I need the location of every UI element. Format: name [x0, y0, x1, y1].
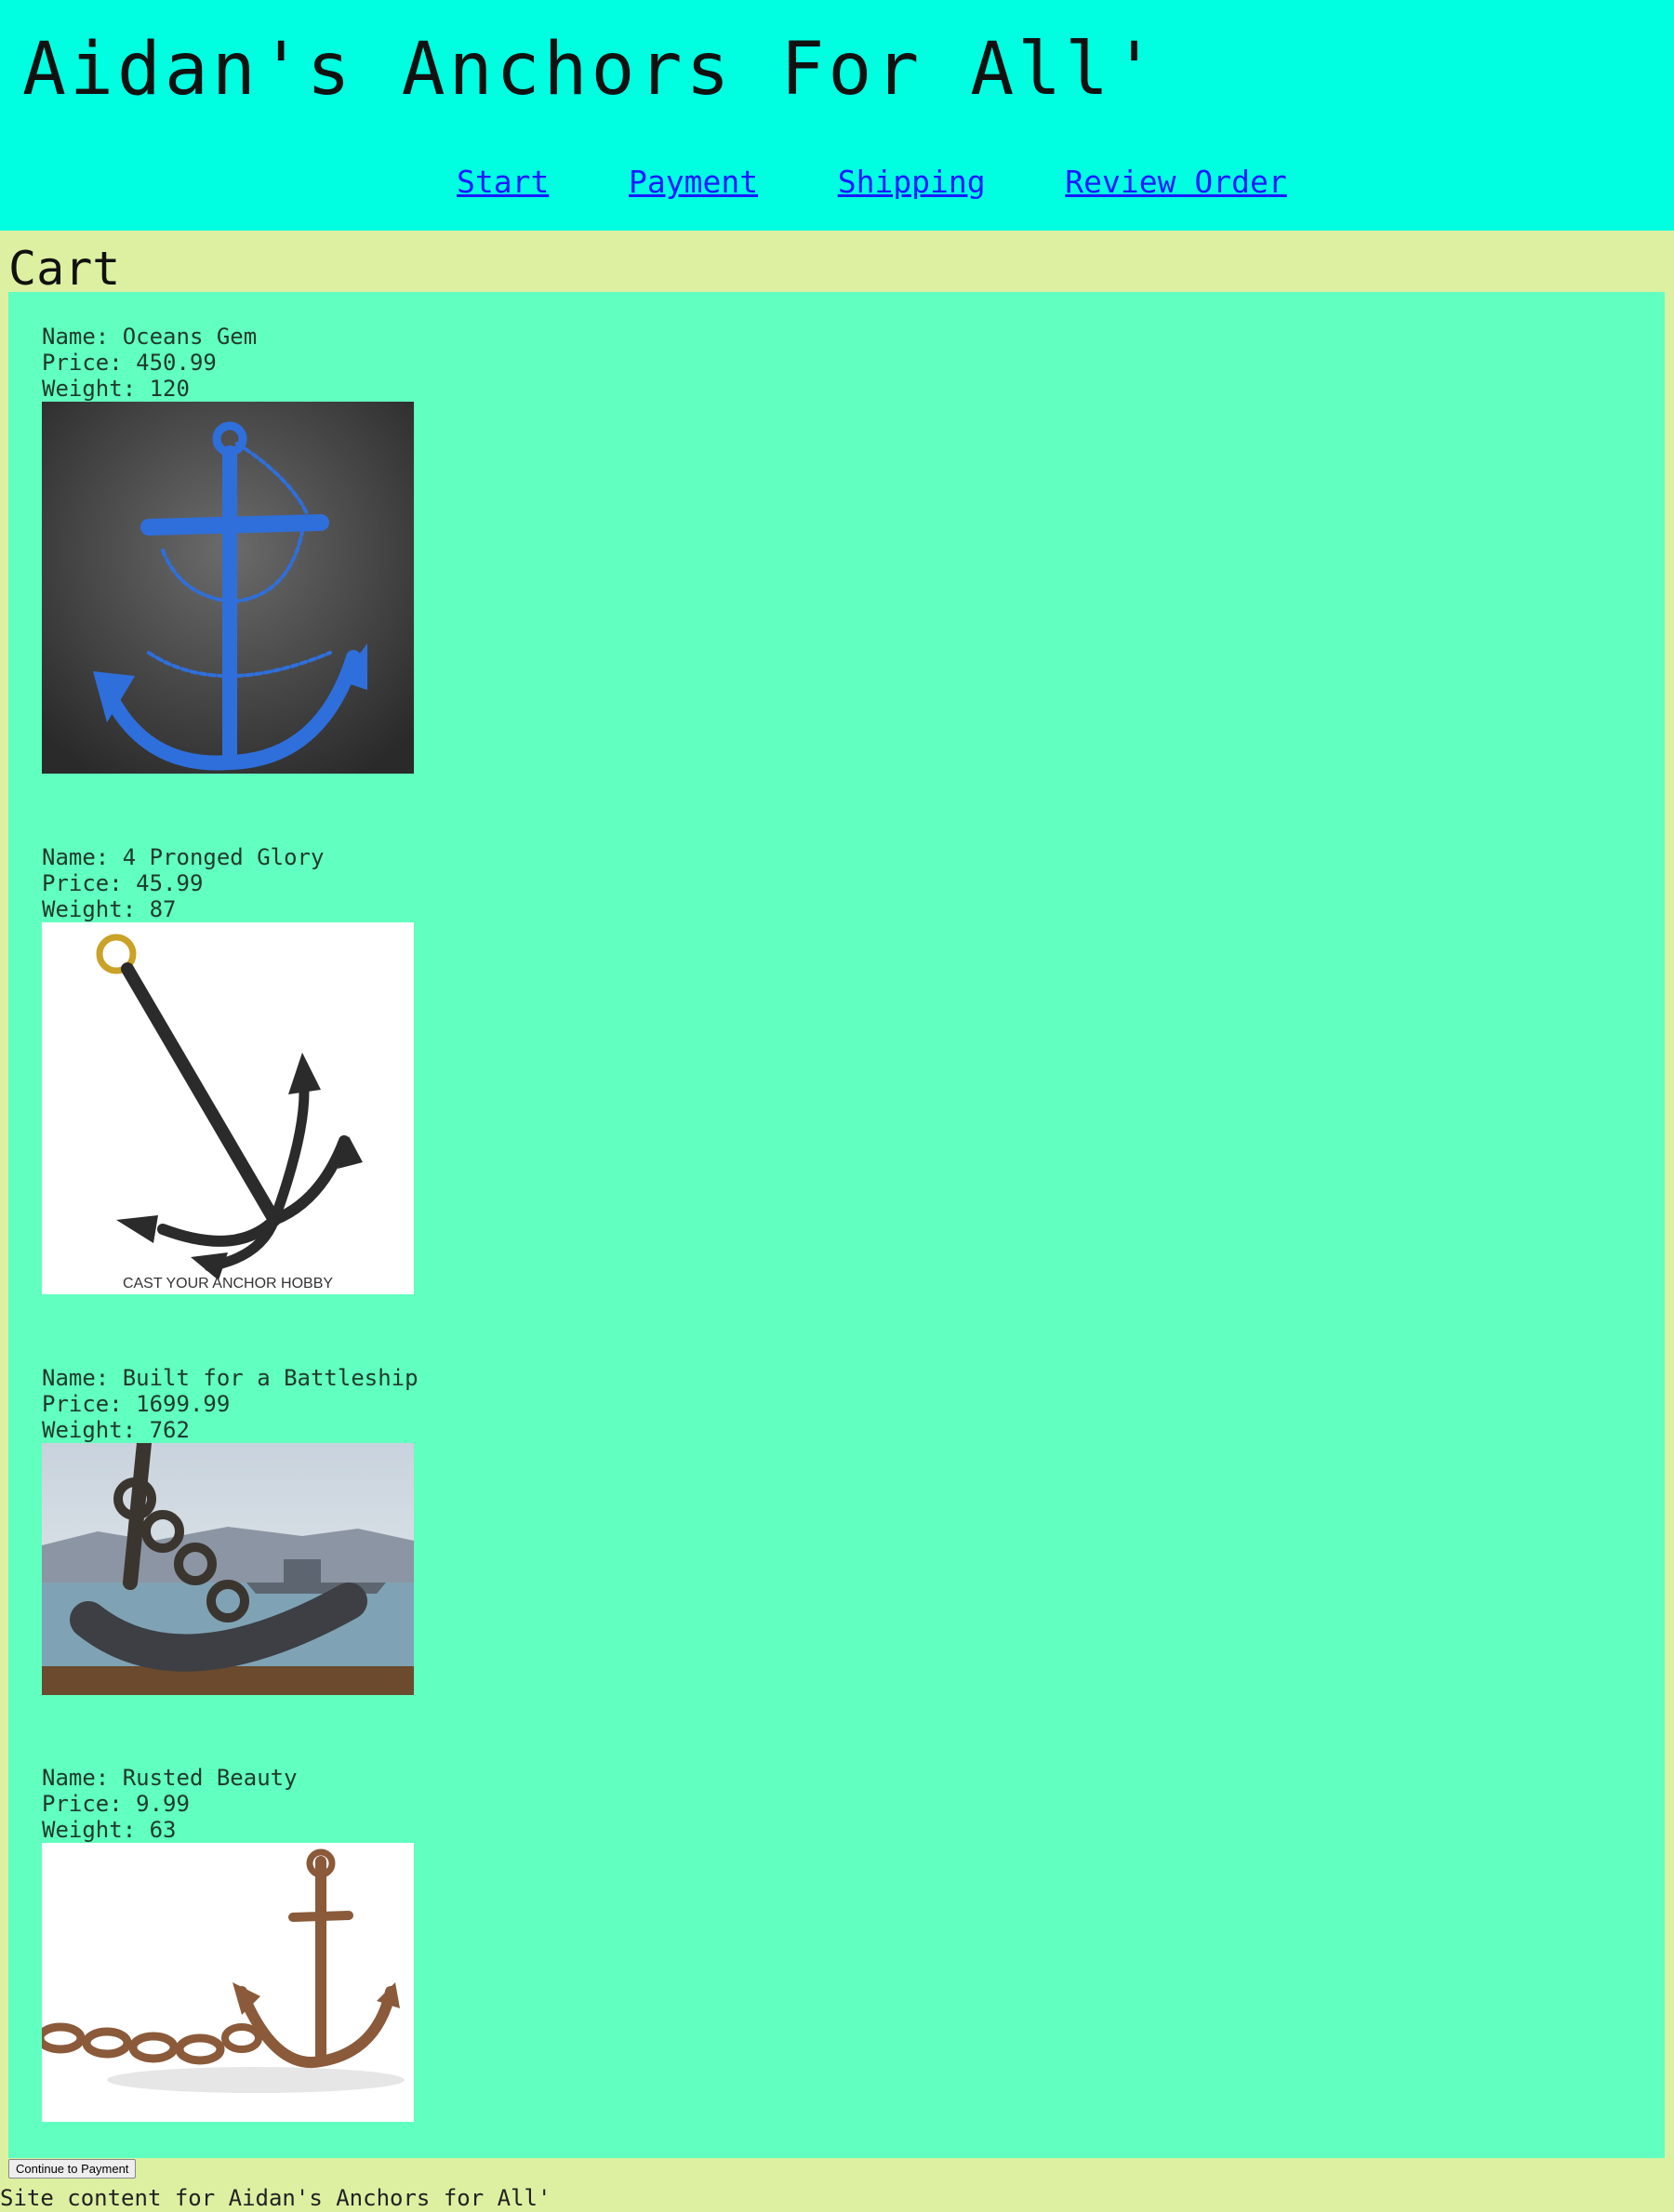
- cart-item: Name: 4 Pronged Glory Price: 45.99 Weigh…: [42, 844, 600, 1294]
- item-photo-blue-anchor: [42, 402, 414, 774]
- item-price: Price: 450.99: [42, 350, 217, 376]
- nav-link-start[interactable]: Start: [457, 164, 549, 200]
- item-name: Name: Rusted Beauty: [42, 1765, 298, 1791]
- site-title: Aidan's Anchors For All': [22, 28, 1161, 112]
- site-footer: Site content for Aidan's Anchors for All…: [0, 2185, 551, 2211]
- item-photo-grapnel-anchor: CAST YOUR ANCHOR HOBBY: [42, 922, 414, 1294]
- nav-link-review-order[interactable]: Review Order: [1065, 164, 1286, 200]
- site-header: Aidan's Anchors For All' Start Payment S…: [0, 0, 1674, 231]
- cart-panel: Name: Oceans Gem Price: 450.99 Weight: 1…: [8, 292, 1665, 2158]
- item-price: Price: 45.99: [42, 870, 204, 896]
- item-weight: Weight: 762: [42, 1417, 190, 1443]
- nav-link-shipping[interactable]: Shipping: [838, 164, 986, 200]
- item-name: Name: Oceans Gem: [42, 324, 258, 350]
- main-nav: Start Payment Shipping Review Order: [457, 164, 1358, 200]
- item-name: Name: Built for a Battleship: [42, 1365, 418, 1391]
- photo-caption: CAST YOUR ANCHOR HOBBY: [123, 1276, 333, 1291]
- item-weight: Weight: 63: [42, 1817, 177, 1843]
- item-price: Price: 1699.99: [42, 1391, 231, 1417]
- item-weight: Weight: 120: [42, 376, 190, 402]
- cart-item: Name: Built for a Battleship Price: 1699…: [42, 1365, 600, 1695]
- item-weight: Weight: 87: [42, 896, 177, 922]
- nav-link-payment[interactable]: Payment: [629, 164, 758, 200]
- item-price: Price: 9.99: [42, 1791, 190, 1817]
- item-photo-rusted-anchor: [42, 1843, 414, 2122]
- cart-item: Name: Oceans Gem Price: 450.99 Weight: 1…: [42, 324, 600, 774]
- continue-to-payment-button[interactable]: Continue to Payment: [8, 2159, 137, 2179]
- cart-heading: Cart: [8, 242, 121, 296]
- item-name: Name: 4 Pronged Glory: [42, 844, 325, 870]
- item-photo-battleship-anchor: [42, 1443, 414, 1695]
- cart-item: Name: Rusted Beauty Price: 9.99 Weight: …: [42, 1765, 600, 2122]
